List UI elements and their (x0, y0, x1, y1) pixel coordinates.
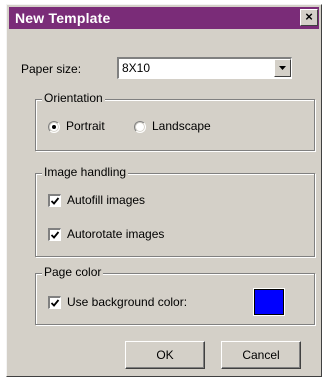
autorotate-checkbox[interactable] (48, 228, 61, 241)
use-background-color-checkbox[interactable] (48, 296, 61, 309)
close-icon: × (305, 9, 313, 24)
dialog-title: New Template (15, 10, 111, 26)
cancel-button[interactable]: Cancel (221, 341, 301, 369)
background-color-swatch[interactable] (254, 289, 284, 315)
orientation-group: Orientation Portrait Landscape (35, 91, 315, 151)
landscape-label[interactable]: Landscape (152, 119, 211, 133)
dropdown-button[interactable] (274, 59, 291, 77)
portrait-label[interactable]: Portrait (66, 119, 105, 133)
use-background-color-label[interactable]: Use background color: (67, 295, 187, 309)
checkmark-icon (50, 197, 60, 205)
paper-size-select[interactable]: 8X10 (117, 57, 292, 79)
new-template-dialog: New Template × Paper size: 8X10 Orientat… (6, 4, 322, 377)
title-bar[interactable]: New Template × (9, 7, 319, 29)
image-handling-group: Image handling Autofill images Autorotat… (35, 165, 315, 257)
checkmark-icon (50, 231, 60, 239)
page-color-group-label: Page color (42, 265, 104, 279)
ok-button[interactable]: OK (125, 341, 205, 369)
orientation-group-label: Orientation (42, 91, 105, 105)
autofill-checkbox[interactable] (48, 194, 61, 207)
landscape-radio[interactable] (134, 121, 146, 133)
radio-selected-dot (52, 125, 56, 129)
paper-size-label: Paper size: (21, 62, 82, 76)
autofill-label[interactable]: Autofill images (67, 193, 145, 207)
portrait-radio[interactable] (48, 121, 60, 133)
close-button[interactable]: × (300, 9, 318, 26)
paper-size-value: 8X10 (122, 61, 151, 75)
image-handling-group-label: Image handling (42, 165, 129, 179)
chevron-down-icon (279, 66, 286, 70)
autorotate-label[interactable]: Autorotate images (67, 227, 164, 241)
checkmark-icon (50, 299, 60, 307)
